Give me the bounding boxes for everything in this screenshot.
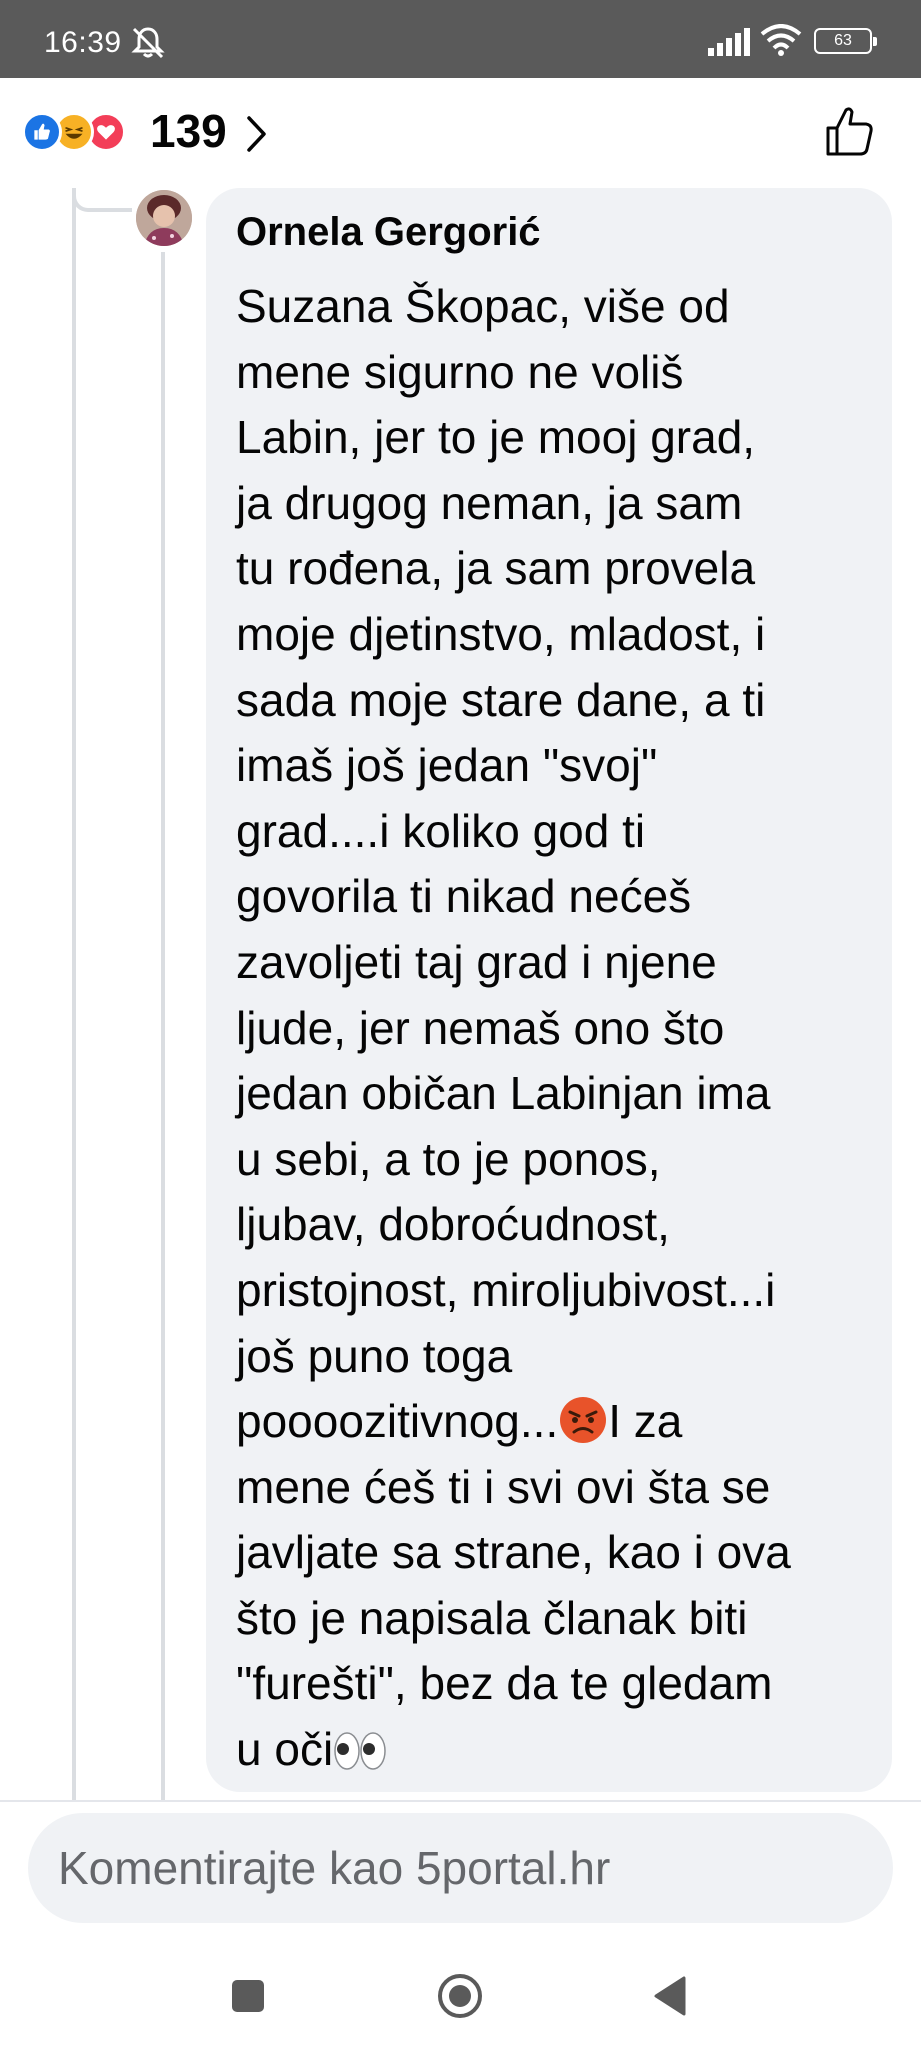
system-nav-bar <box>0 1940 921 2048</box>
reaction-summary[interactable] <box>22 112 142 152</box>
like-button-icon[interactable] <box>822 104 878 160</box>
like-reaction-icon <box>22 112 62 152</box>
mute-icon <box>131 27 165 59</box>
thread-connector <box>72 188 132 212</box>
reaction-bar: 139 <box>0 78 921 188</box>
thread-line <box>72 188 76 1800</box>
comment-input-placeholder: Komentirajte kao 5portal.hr <box>58 1842 611 1894</box>
comment-bubble[interactable]: Ornela Gergorić Suzana Škopac, više od m… <box>206 188 892 1792</box>
composer-divider <box>0 1800 921 1802</box>
reaction-count[interactable]: 139 <box>150 104 227 158</box>
battery-icon: 63 <box>814 28 877 54</box>
chevron-right-icon[interactable] <box>244 114 270 154</box>
reply-thread-line <box>161 252 165 1800</box>
back-icon[interactable] <box>644 1968 700 2024</box>
comment-text-part1: Suzana Škopac, više od mene sigurno ne v… <box>236 280 776 1448</box>
battery-level: 63 <box>834 32 852 49</box>
comment-text-part2: I za mene ćeš ti i svi ovi šta se javlja… <box>236 1395 791 1776</box>
recent-apps-icon[interactable] <box>220 1968 276 2024</box>
comment-text: Suzana Škopac, više od mene sigurno ne v… <box>236 274 876 1783</box>
avatar-photo-icon <box>136 190 192 246</box>
avatar[interactable] <box>136 190 192 246</box>
eyes-icon <box>334 1732 386 1770</box>
home-icon[interactable] <box>432 1968 488 2024</box>
signal-icon <box>708 28 750 56</box>
comment-input[interactable]: Komentirajte kao 5portal.hr <box>28 1813 893 1923</box>
status-time: 16:39 <box>44 26 122 59</box>
comment-author[interactable]: Ornela Gergorić <box>236 210 541 255</box>
wifi-icon <box>760 24 802 56</box>
status-bar: 16:39 63 <box>0 0 921 78</box>
angry-face-icon <box>560 1397 607 1444</box>
